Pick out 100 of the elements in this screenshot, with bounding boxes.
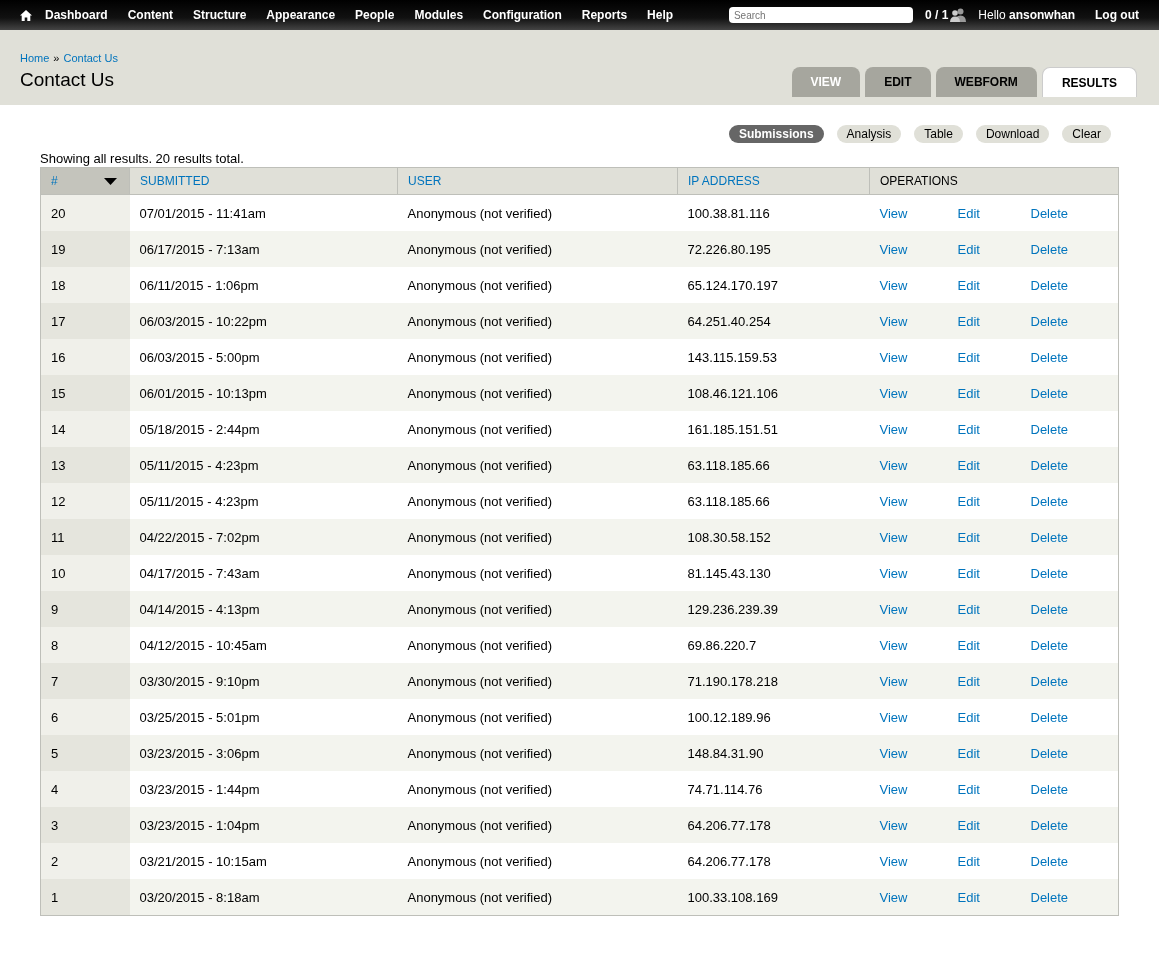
operation-link[interactable]: Delete (1030, 637, 1069, 653)
column-header[interactable]: # (40, 167, 130, 195)
operation-link[interactable]: Delete (1030, 709, 1069, 725)
operation-link[interactable]: Delete (1030, 313, 1069, 329)
home-icon[interactable] (20, 9, 32, 21)
operation-link[interactable]: View (879, 349, 958, 365)
search-field[interactable]: Search (728, 7, 913, 23)
operation-link[interactable]: Edit (957, 565, 1031, 581)
operation-link[interactable]: Edit (957, 781, 1031, 797)
logout-link[interactable]: Log out (1095, 8, 1139, 22)
operation-link[interactable]: View (879, 889, 958, 905)
operation-link[interactable]: View (879, 565, 958, 581)
operation-link[interactable]: Edit (957, 889, 1031, 905)
operation-link[interactable]: View (879, 637, 958, 653)
tab[interactable]: EDIT (865, 67, 931, 97)
operation-link[interactable]: Delete (1030, 205, 1069, 221)
operation-link[interactable]: View (879, 817, 958, 833)
operation-link[interactable]: Edit (957, 709, 1031, 725)
toolbar-menu-item[interactable]: Dashboard (45, 8, 108, 22)
toolbar-menu-item[interactable]: Modules (414, 8, 464, 22)
operation-link[interactable]: Edit (957, 241, 1031, 257)
toolbar-menu-item[interactable]: Content (127, 8, 173, 22)
toolbar-menu-item[interactable]: Appearance (266, 8, 336, 22)
operation-link[interactable]: View (879, 277, 958, 293)
column-header[interactable]: SUBMITTED (129, 167, 398, 195)
operation-link[interactable]: Delete (1030, 601, 1069, 617)
toolbar-menu-item[interactable]: Configuration (483, 8, 562, 22)
subtab[interactable]: Clear (1062, 125, 1111, 143)
breadcrumb-link[interactable]: Contact Us (63, 52, 118, 64)
operation-link[interactable]: View (879, 745, 958, 761)
operation-link[interactable]: View (879, 781, 958, 797)
users-online-count: 0 / 1 (924, 8, 949, 22)
operation-link[interactable]: Delete (1030, 889, 1069, 905)
column-header[interactable]: USER (397, 167, 678, 195)
operation-link[interactable]: Edit (957, 349, 1031, 365)
operation-link[interactable]: View (879, 313, 958, 329)
operation-link[interactable]: Edit (957, 745, 1031, 761)
date-cell: 06/03/2015 - 5:00pm (129, 339, 398, 375)
operation-link[interactable]: Edit (957, 673, 1031, 689)
operation-link[interactable]: Delete (1030, 277, 1069, 293)
operation-link[interactable]: Delete (1030, 457, 1069, 473)
ip-cell: 64.206.77.178 (677, 843, 870, 879)
operation-link[interactable]: View (879, 853, 958, 869)
operation-link[interactable]: Edit (957, 601, 1031, 617)
operation-link[interactable]: View (879, 421, 958, 437)
toolbar-menu-item[interactable]: People (355, 8, 395, 22)
operation-link[interactable]: Delete (1030, 673, 1069, 689)
operation-link[interactable]: View (879, 529, 958, 545)
operation-link[interactable]: Delete (1030, 817, 1069, 833)
subtab[interactable]: Table (914, 125, 963, 143)
operation-link[interactable]: View (879, 205, 958, 221)
number-cell: 12 (40, 483, 130, 519)
operation-link[interactable]: View (879, 709, 958, 725)
operation-link[interactable]: Edit (957, 457, 1031, 473)
operation-link[interactable]: Delete (1030, 565, 1069, 581)
operation-link[interactable]: Edit (957, 205, 1031, 221)
operation-link[interactable]: Edit (957, 493, 1031, 509)
operation-link[interactable]: Delete (1030, 781, 1069, 797)
number-cell: 3 (40, 807, 130, 843)
operation-link[interactable]: View (879, 385, 958, 401)
operation-link[interactable]: Edit (957, 817, 1031, 833)
operation-link[interactable]: Edit (957, 853, 1031, 869)
number-cell: 15 (40, 375, 130, 411)
operation-link[interactable]: Edit (957, 385, 1031, 401)
operation-link[interactable]: View (879, 673, 958, 689)
subtab[interactable]: Analysis (836, 125, 902, 143)
tab[interactable]: RESULTS (1041, 67, 1137, 97)
subtab[interactable]: Download (975, 125, 1050, 143)
date-cell: 06/01/2015 - 10:13pm (129, 375, 398, 411)
user-cell: Anonymous (not verified) (397, 879, 678, 916)
ip-cell: 143.115.159.53 (677, 339, 870, 375)
number-cell: 6 (40, 699, 130, 735)
toolbar-menu-item[interactable]: Help (647, 8, 674, 22)
operation-link[interactable]: Delete (1030, 385, 1069, 401)
operation-link[interactable]: Edit (957, 529, 1031, 545)
operation-link[interactable]: View (879, 457, 958, 473)
operation-link[interactable]: Delete (1030, 349, 1069, 365)
breadcrumb-link[interactable]: Home (20, 52, 50, 64)
column-header[interactable]: IP ADDRESS (677, 167, 870, 195)
date-cell: 05/11/2015 - 4:23pm (129, 447, 398, 483)
toolbar-menu-item[interactable]: Reports (581, 8, 628, 22)
operation-link[interactable]: View (879, 493, 958, 509)
operation-link[interactable]: Delete (1030, 745, 1069, 761)
toolbar-menu-item[interactable]: Structure (193, 8, 247, 22)
ip-cell: 100.33.108.169 (677, 879, 870, 916)
tab[interactable]: WEBFORM (935, 67, 1037, 97)
operation-link[interactable]: Edit (957, 421, 1031, 437)
operation-link[interactable]: Delete (1030, 241, 1069, 257)
operation-link[interactable]: Edit (957, 637, 1031, 653)
subtab[interactable]: Submissions (728, 125, 824, 143)
operation-link[interactable]: View (879, 601, 958, 617)
operation-link[interactable]: Edit (957, 313, 1031, 329)
operation-link[interactable]: Delete (1030, 421, 1069, 437)
greeting-text: Hello ansonwhan (978, 8, 1075, 22)
operation-link[interactable]: Delete (1030, 529, 1069, 545)
operation-link[interactable]: View (879, 241, 958, 257)
operation-link[interactable]: Edit (957, 277, 1031, 293)
sort-descending-icon[interactable] (104, 178, 117, 185)
operation-link[interactable]: Delete (1030, 493, 1069, 509)
operation-link[interactable]: Delete (1030, 853, 1069, 869)
